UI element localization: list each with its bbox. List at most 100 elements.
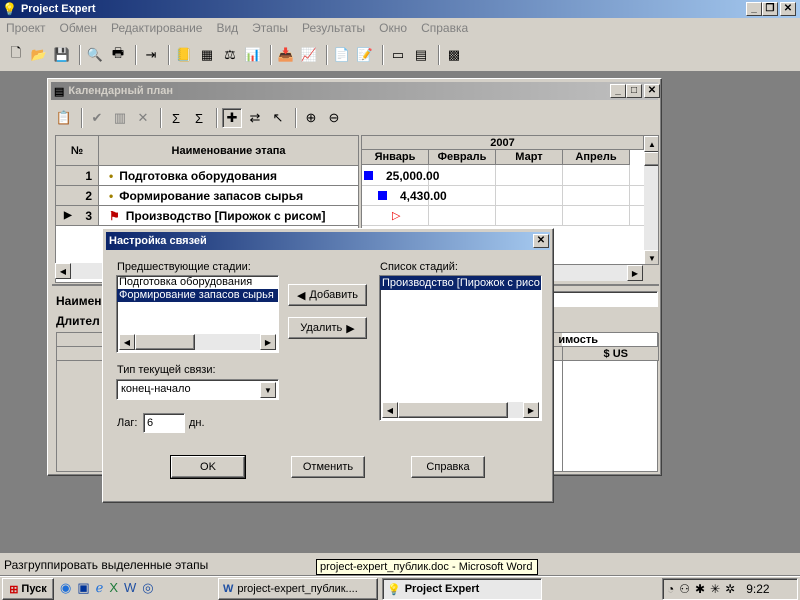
menu-item-7[interactable]: Справка xyxy=(421,21,468,35)
check-icon[interactable]: ✔ xyxy=(87,108,107,128)
menu-item-6[interactable]: Окно xyxy=(379,21,407,35)
calendar-close-button[interactable]: ✕ xyxy=(644,84,660,98)
calendar-minimize-button[interactable]: _ xyxy=(610,84,626,98)
open-folder-icon[interactable]: 📂 xyxy=(29,45,49,65)
tray-network-icon[interactable]: ⚇ xyxy=(679,582,690,596)
gantt-scroll-right[interactable]: ▶ xyxy=(627,265,643,281)
grid-row-name[interactable]: • Подготовка оборудования xyxy=(99,166,359,186)
pointer-icon[interactable]: ↖ xyxy=(268,108,288,128)
cancel-button[interactable]: Отменить xyxy=(291,456,365,478)
floppy-icon[interactable]: ▣ xyxy=(77,580,89,596)
group-icon[interactable]: Σ xyxy=(166,108,186,128)
line-chart-icon[interactable]: 📈 xyxy=(299,45,319,65)
menu-item-4[interactable]: Этапы xyxy=(252,21,288,35)
word-icon[interactable]: W xyxy=(124,580,136,596)
delete-icon[interactable]: ✕ xyxy=(133,108,153,128)
ie-icon[interactable]: ℯ xyxy=(96,580,104,596)
pred-scroll-left[interactable]: ◀ xyxy=(119,334,135,350)
menu-item-0[interactable]: Проект xyxy=(6,21,46,35)
scales-icon[interactable]: ⚖ xyxy=(220,45,240,65)
ungroup-icon[interactable]: Σ xyxy=(189,108,209,128)
book-icon[interactable]: 📒 xyxy=(174,45,194,65)
ok-button[interactable]: OK xyxy=(170,455,246,479)
toolbar-separator xyxy=(168,44,170,65)
help-button[interactable]: Справка xyxy=(411,456,485,478)
gantt-bar[interactable] xyxy=(378,191,387,200)
stages-scroll-left[interactable]: ◀ xyxy=(382,402,398,418)
grid-row-num[interactable]: 1 xyxy=(56,166,99,186)
taskbar-word[interactable]: W project-expert_публик.... xyxy=(218,578,378,600)
exit-icon[interactable]: ⇥ xyxy=(141,45,161,65)
analysis-icon[interactable]: ▩ xyxy=(444,45,464,65)
building-icon[interactable]: ▥ xyxy=(110,108,130,128)
report-icon[interactable]: 📄 xyxy=(332,45,352,65)
tray-bug2-icon[interactable]: ✲ xyxy=(725,582,735,596)
grid-row-num[interactable]: ▶ 3 xyxy=(56,206,99,226)
lag-input[interactable]: 6 xyxy=(143,413,185,433)
menu-item-5[interactable]: Результаты xyxy=(302,21,365,35)
lower-name-field[interactable] xyxy=(552,291,658,307)
remove-button[interactable]: Удалить ▶ xyxy=(288,317,367,339)
stages-hscroll[interactable]: ◀ ▶ xyxy=(382,402,539,418)
stages-list[interactable]: Производство [Пирожок с рисо ◀ ▶ xyxy=(379,275,542,421)
gantt-month-label: Январь xyxy=(374,151,416,163)
gantt-scroll-down[interactable]: ▼ xyxy=(644,250,658,264)
link-tool-icon[interactable]: ✚ xyxy=(222,108,242,128)
calendar-title: Календарный план xyxy=(68,85,174,97)
start-button[interactable]: ⊞ Пуск xyxy=(2,578,54,600)
tray-clock-icon[interactable]: ◔ xyxy=(667,582,674,596)
menu-item-2[interactable]: Редактирование xyxy=(111,21,202,35)
calendar-maximize-button[interactable]: □ xyxy=(626,84,642,98)
tray-bug-icon[interactable]: ✱ xyxy=(695,582,705,596)
gantt-scroll-up[interactable]: ▲ xyxy=(644,136,658,152)
chart-icon[interactable]: 📊 xyxy=(243,45,263,65)
gantt-vscroll[interactable]: ▲ ▼ xyxy=(644,136,658,264)
predecessors-hscroll[interactable]: ◀ ▶ xyxy=(119,334,276,350)
lag-value: 6 xyxy=(147,417,154,429)
chevron-down-icon[interactable]: ▼ xyxy=(260,382,276,398)
cashflow-table-icon[interactable]: ▦ xyxy=(197,45,217,65)
grid-row-num[interactable]: 2 xyxy=(56,186,99,206)
tray-spider-icon[interactable]: ✳ xyxy=(710,582,720,596)
save-icon[interactable]: 💾 xyxy=(52,45,72,65)
menu-item-3[interactable]: Вид xyxy=(216,21,238,35)
new-doc-icon[interactable]: 🗋 xyxy=(6,45,26,65)
app-minimize-button[interactable]: _ xyxy=(746,2,762,16)
zoom-in-icon[interactable]: ⊕ xyxy=(301,108,321,128)
predecessor-item[interactable]: Формирование запасов сырья xyxy=(117,289,278,302)
outlook-icon[interactable]: ◎ xyxy=(142,580,153,596)
import-icon[interactable]: 📥 xyxy=(276,45,296,65)
menu-item-1[interactable]: Обмен xyxy=(60,21,98,35)
add-button[interactable]: ◀ Добавить xyxy=(288,284,367,306)
form-icon[interactable]: ▭ xyxy=(388,45,408,65)
report-edit-icon[interactable]: 📝 xyxy=(355,45,375,65)
dialog-close-button[interactable]: ✕ xyxy=(533,234,549,248)
arrange-icon[interactable]: ⇄ xyxy=(245,108,265,128)
link-settings-icon[interactable]: 📋 xyxy=(54,108,74,128)
print-preview-icon[interactable]: 🔍 xyxy=(85,45,105,65)
stage-item[interactable]: Производство [Пирожок с рисо xyxy=(380,276,541,290)
toolbar-separator xyxy=(160,108,162,128)
taskbar-project-expert[interactable]: 💡 Project Expert xyxy=(382,578,542,600)
predecessor-item[interactable]: Подготовка оборудования xyxy=(117,276,278,289)
pred-scroll-right[interactable]: ▶ xyxy=(260,334,276,350)
excel-icon[interactable]: X xyxy=(109,580,118,596)
app-close-button[interactable]: ✕ xyxy=(780,2,796,16)
grid-row-name-label: Подготовка оборудования xyxy=(119,168,278,183)
gantt-bar[interactable] xyxy=(364,171,373,180)
zoom-out-icon[interactable]: ⊖ xyxy=(324,108,344,128)
predecessors-list[interactable]: Подготовка оборудования Формирование запа… xyxy=(116,275,279,353)
grid-scroll-left[interactable]: ◀ xyxy=(55,263,71,279)
app-restore-button[interactable]: ❐ xyxy=(762,2,778,16)
grid-row-name[interactable]: ⚑ Производство [Пирожок с рисом] xyxy=(99,206,359,226)
gantt-scroll-thumb[interactable] xyxy=(644,152,658,166)
pred-scroll-thumb[interactable] xyxy=(135,334,195,350)
stages-scroll-right[interactable]: ▶ xyxy=(523,402,539,418)
link-type-select[interactable]: конец-начало ▼ xyxy=(116,379,279,400)
browser-icon[interactable]: ◉ xyxy=(60,580,71,596)
stages-scroll-thumb[interactable] xyxy=(398,402,508,418)
print-icon[interactable]: 🖶 xyxy=(108,45,128,65)
grid-row-name[interactable]: • Формирование запасов сырья xyxy=(99,186,359,206)
gantt-milestone-icon[interactable]: ▷ xyxy=(392,209,400,222)
form2-icon[interactable]: ▤ xyxy=(411,45,431,65)
